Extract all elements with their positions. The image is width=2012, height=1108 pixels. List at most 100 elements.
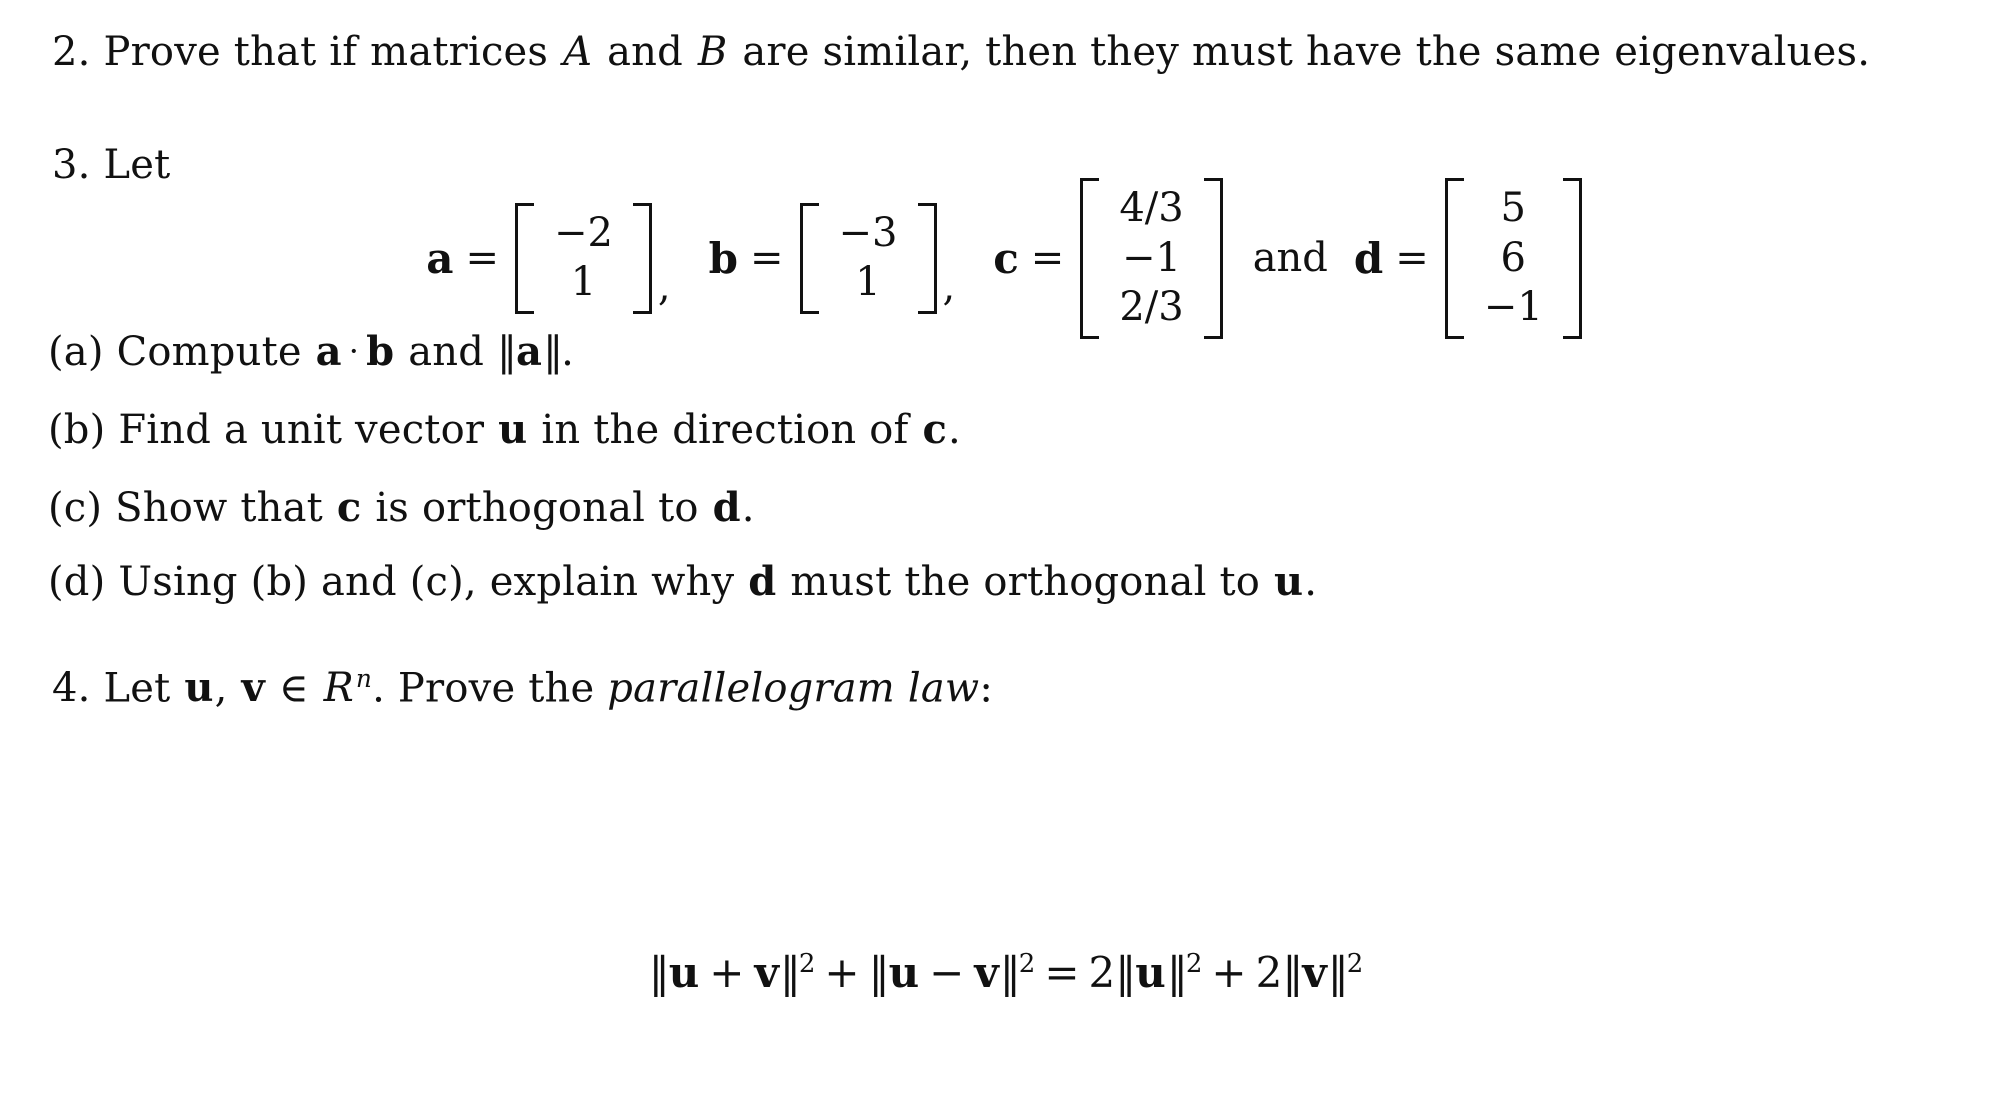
matrix-b: −3 1	[796, 202, 941, 314]
problem-2-text-part3: are similar, then they must have the sam…	[742, 29, 1871, 75]
equals-sign-d: =	[1395, 235, 1429, 282]
problem-4-colon: :	[979, 665, 994, 712]
exponent-two: 2	[1185, 949, 1203, 979]
matrix-cell: 2/3	[1119, 284, 1184, 331]
item-a-text-1: Compute	[116, 329, 302, 375]
plus-operator: +	[1211, 948, 1247, 997]
vector-ref-b: b	[366, 328, 395, 375]
plus-operator: +	[824, 948, 860, 997]
vector-ref-u: u	[184, 664, 214, 712]
problem-3-item-a: (a) Compute a · b and ‖a‖.	[48, 328, 575, 375]
problem-2-number: 2.	[52, 29, 91, 75]
problem-2-text-part2: and	[607, 29, 683, 75]
problem-4-number: 4.	[52, 665, 91, 712]
bracket-right-c	[1203, 178, 1223, 339]
equals-sign-a: =	[465, 235, 499, 282]
norm-open-bar: ‖	[648, 948, 670, 997]
vector-ref-a: a	[315, 328, 342, 375]
separator-comma-a: ,	[657, 263, 671, 310]
bracket-left-c	[1080, 178, 1100, 339]
item-a-period: .	[561, 329, 575, 375]
item-a-text-2: and	[408, 329, 485, 375]
vector-name-b: b	[708, 233, 739, 283]
parallelogram-law-equation: ‖u + v‖2 + ‖u − v‖2 = 2‖u‖2 +2‖v‖2	[0, 948, 2012, 997]
item-c-text-2: is orthogonal to	[375, 485, 699, 531]
vector-ref-u: u	[668, 948, 700, 997]
problem-4-text-2: . Prove the	[372, 665, 595, 712]
dot-product-operator: ·	[348, 332, 360, 370]
item-b-period: .	[948, 407, 961, 453]
problem-3-item-d: (d) Using (b) and (c), explain why d mus…	[48, 559, 1318, 605]
equals-sign-b: =	[750, 235, 784, 282]
item-d-period: .	[1304, 559, 1318, 605]
item-d-text-1: Using (b) and (c), explain why	[118, 559, 735, 605]
norm-open-bar: ‖	[1282, 948, 1303, 997]
item-b-text-2: in the direction of	[541, 407, 909, 453]
problem-2: 2. Prove that if matrices A and B are si…	[52, 30, 1870, 75]
vector-name-d: d	[1353, 233, 1384, 283]
equals-sign-c: =	[1030, 235, 1065, 282]
vector-ref-u: u	[888, 948, 920, 997]
bracket-right-d	[1562, 178, 1582, 339]
vector-definition-c: c = 4/3 −1 2/3	[993, 178, 1226, 339]
bracket-left-d	[1444, 178, 1464, 339]
item-c-period: .	[741, 485, 755, 531]
norm-close-bar: ‖	[999, 948, 1021, 997]
vector-name-a: a	[426, 233, 454, 283]
item-label-b: (b)	[48, 407, 106, 453]
coefficient-two: 2	[1255, 948, 1283, 997]
matrix-cell: 5	[1500, 185, 1526, 231]
document-page: 2. Prove that if matrices A and B are si…	[0, 0, 2012, 1108]
vector-ref-a-norm: a	[516, 328, 543, 375]
item-d-text-2: must the orthogonal to	[790, 559, 1261, 605]
exponent-two: 2	[798, 949, 816, 979]
minus-operator: −	[929, 948, 965, 997]
matrix-cell: −3	[838, 209, 898, 256]
real-space-R: R	[323, 665, 354, 712]
vector-ref-v: v	[1302, 948, 1327, 997]
matrix-a: −2 1	[511, 202, 656, 314]
item-label-d: (d)	[48, 559, 106, 605]
item-label-c: (c)	[48, 485, 103, 531]
vector-ref-u: u	[1135, 948, 1166, 997]
plus-operator: +	[709, 948, 745, 997]
matrix-c: 4/3 −1 2/3	[1076, 178, 1226, 339]
exponent-two: 2	[1018, 949, 1036, 979]
vector-definitions-row: a = −2 1 , b = −3 1 , c = 4/3 −1 2/3 and…	[0, 178, 2012, 339]
norm-close-bar: ‖	[1166, 948, 1188, 997]
problem-2-text-part1: Prove that if matrices	[103, 29, 549, 75]
matrix-cell: −1	[1122, 234, 1181, 281]
matrix-column-a: −2 1	[544, 203, 623, 314]
item-label-a: (a)	[48, 329, 104, 375]
matrix-cell: 1	[570, 259, 597, 306]
matrix-cell: 1	[855, 259, 881, 306]
item-b-text-1: Find a unit vector	[118, 407, 485, 453]
norm-open-bar: ‖	[1115, 948, 1136, 997]
problem-4-comma: ,	[214, 665, 228, 712]
vector-ref-d: d	[712, 484, 741, 531]
norm-open-bar: ‖	[497, 329, 517, 375]
problem-4: 4. Let u, v ∈ Rn. Prove the parallelogra…	[52, 665, 993, 711]
matrix-column-c: 4/3 −1 2/3	[1109, 178, 1193, 339]
vector-ref-v: v	[241, 664, 265, 712]
problem-3-item-c: (c) Show that c is orthogonal to d.	[48, 484, 755, 531]
bracket-left-a	[514, 202, 534, 314]
norm-open-bar: ‖	[868, 948, 890, 997]
norm-close-bar: ‖	[1327, 948, 1349, 997]
vector-name-c: c	[993, 233, 1019, 283]
matrix-variable-A: A	[563, 29, 593, 75]
vector-definition-b: b = −3 1 ,	[708, 202, 960, 314]
separator-comma-b: ,	[942, 263, 956, 310]
element-of-symbol: ∈	[278, 665, 309, 712]
vector-ref-v: v	[974, 948, 999, 997]
bracket-right-a	[632, 202, 652, 314]
exponent-two: 2	[1346, 949, 1364, 979]
real-space-exponent-n: n	[355, 664, 373, 693]
equals-operator: =	[1044, 948, 1080, 997]
coefficient-two: 2	[1088, 948, 1116, 997]
matrix-cell: −2	[553, 209, 613, 256]
matrix-cell: −1	[1483, 284, 1543, 331]
vector-ref-u: u	[498, 406, 528, 453]
problem-3-item-b: (b) Find a unit vector u in the directio…	[48, 406, 961, 453]
bracket-right-b	[917, 202, 937, 314]
